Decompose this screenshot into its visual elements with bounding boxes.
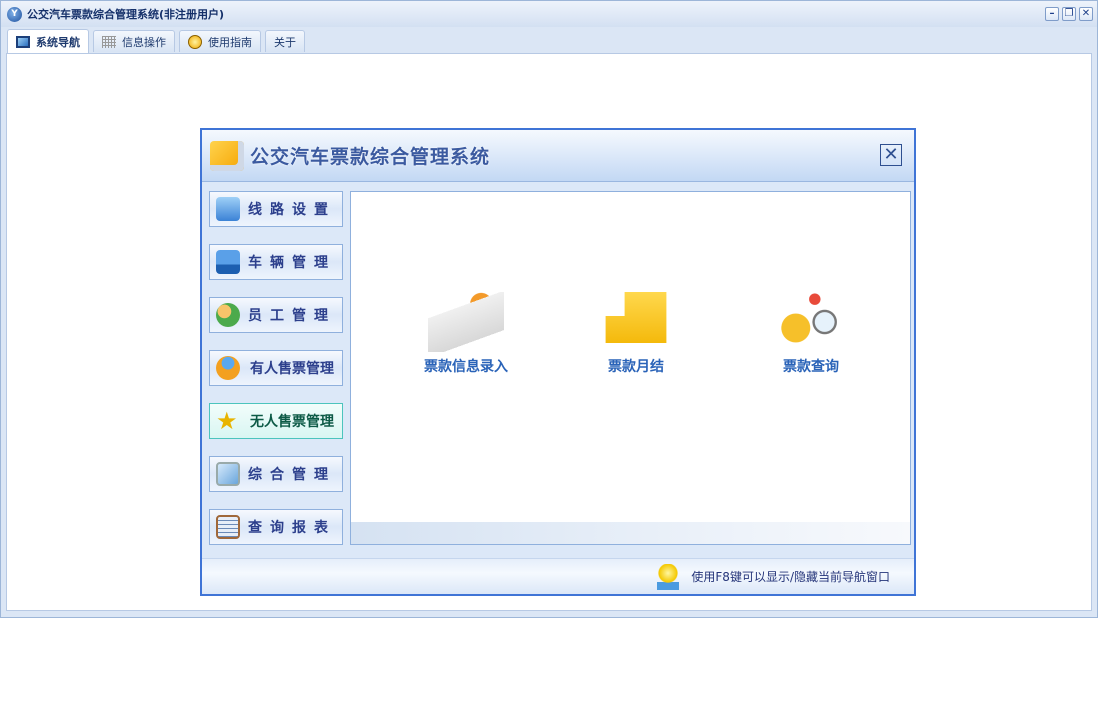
nav-label: 综合管理 xyxy=(248,467,336,483)
nav-label: 车辆管理 xyxy=(248,255,336,271)
nav-label: 查询报表 xyxy=(248,520,336,536)
route-icon xyxy=(216,197,240,221)
function-monthly-close[interactable]: 票款月结 xyxy=(571,292,701,376)
dialog-footer: 使用F8键可以显示/隐藏当前导航窗口 xyxy=(202,558,914,594)
minimize-button[interactable]: – xyxy=(1045,7,1059,21)
nav-staffed-ticketing[interactable]: 有人售票管理 xyxy=(209,350,343,386)
bus-icon xyxy=(216,250,240,274)
function-label: 票款查询 xyxy=(783,359,839,375)
nav-vehicle-management[interactable]: 车辆管理 xyxy=(209,244,343,280)
gold-stack-icon xyxy=(605,292,667,343)
help-icon xyxy=(188,34,202,49)
coins-search-icon xyxy=(773,292,849,352)
nav-query-reports[interactable]: 查询报表 xyxy=(209,509,343,545)
nav-label: 线路设置 xyxy=(248,202,336,218)
nav-label: 有人售票管理 xyxy=(250,361,334,377)
tab-info-ops[interactable]: 信息操作 xyxy=(93,30,175,52)
user-ticket-icon xyxy=(216,356,240,380)
panel-bottom-strip xyxy=(351,522,910,544)
close-button[interactable]: ✕ xyxy=(1079,7,1093,21)
report-book-icon xyxy=(216,515,240,539)
restore-button[interactable]: ❐ xyxy=(1062,7,1076,21)
nav-label: 员工管理 xyxy=(248,308,336,324)
dialog-close-button[interactable]: ✕ xyxy=(880,144,902,166)
function-ticket-entry[interactable]: 票款信息录入 xyxy=(401,292,531,376)
grid-icon xyxy=(102,35,116,48)
function-label: 票款月结 xyxy=(608,359,664,375)
dialog-header: 公交汽车票款综合管理系统 ✕ xyxy=(202,130,914,182)
tab-about[interactable]: 关于 xyxy=(265,30,305,52)
app-icon: Y xyxy=(7,6,22,22)
star-icon: ★ xyxy=(216,407,238,435)
function-panel: 票款信息录入 票款月结 票款查询 xyxy=(350,191,911,545)
navigation-dialog: 公交汽车票款综合管理系统 ✕ 线路设置 车辆管理 员工管理 有人售票管理 ★ 无人… xyxy=(200,128,916,596)
nav-general-management[interactable]: 综合管理 xyxy=(209,456,343,492)
tab-system-nav[interactable]: 系统导航 xyxy=(7,29,89,53)
document-entry-icon xyxy=(428,292,504,352)
tab-label: 关于 xyxy=(274,35,296,49)
logo-icon xyxy=(210,140,244,171)
tab-label: 系统导航 xyxy=(36,35,80,49)
monitor-icon xyxy=(16,35,30,48)
tab-guide[interactable]: 使用指南 xyxy=(179,30,261,52)
tab-label: 信息操作 xyxy=(122,35,166,49)
nav-route-settings[interactable]: 线路设置 xyxy=(209,191,343,227)
nav-label: 无人售票管理 xyxy=(250,414,334,430)
nav-unstaffed-ticketing[interactable]: ★ 无人售票管理 xyxy=(209,403,343,439)
staff-icon xyxy=(216,303,240,327)
footer-hint: 使用F8键可以显示/隐藏当前导航窗口 xyxy=(691,570,890,584)
window-title: 公交汽车票款综合管理系统(非注册用户) xyxy=(27,8,225,21)
tab-bar: 系统导航 信息操作 使用指南 关于 xyxy=(7,29,305,53)
lightbulb-icon xyxy=(657,563,680,590)
tab-label: 使用指南 xyxy=(208,35,252,49)
dialog-title: 公交汽车票款综合管理系统 xyxy=(250,146,491,168)
nav-staff-management[interactable]: 员工管理 xyxy=(209,297,343,333)
function-label: 票款信息录入 xyxy=(424,359,508,375)
title-bar: Y 公交汽车票款综合管理系统(非注册用户) – ❐ ✕ xyxy=(1,1,1097,27)
function-ticket-query[interactable]: 票款查询 xyxy=(746,292,876,376)
computer-icon xyxy=(216,462,240,486)
